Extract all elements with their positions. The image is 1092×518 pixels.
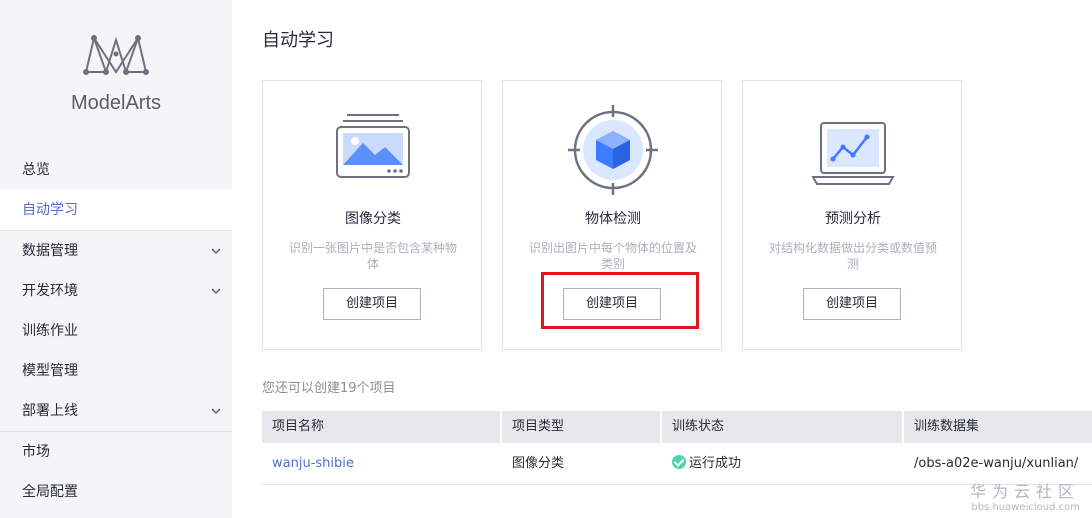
sidebar-item-market[interactable]: 市场 <box>0 432 232 472</box>
column-header[interactable]: 项目类型 <box>502 411 662 443</box>
chevron-down-icon <box>211 408 221 415</box>
sidebar-item-deployment[interactable]: 部署上线 <box>0 391 232 431</box>
table-row: wanju-shibie 图像分类 运行成功 /obs-a02e-wanju/x… <box>262 443 1092 485</box>
chevron-down-icon <box>211 248 221 255</box>
card-predictive-analysis: 预测分析 对结构化数据做出分类或数值预测 创建项目 <box>742 80 962 350</box>
card-description: 识别一张图片中是否包含某种物体 <box>289 241 458 271</box>
sidebar-item-data-management[interactable]: 数据管理 <box>0 231 232 271</box>
object-detection-icon <box>568 105 658 195</box>
image-classification-icon <box>336 114 410 178</box>
sidebar-nav: 总览 自动学习 数据管理 开发环境 训练作业 模型管理 部署上线 市场 全局配置 <box>0 150 232 512</box>
highlight-box <box>541 272 699 329</box>
status-text: 运行成功 <box>689 456 742 471</box>
card-title: 预测分析 <box>825 211 881 227</box>
column-header[interactable]: 训练状态 <box>662 411 904 443</box>
predictive-analysis-icon <box>811 122 895 185</box>
sidebar-item-label: 部署上线 <box>22 403 78 419</box>
watermark-url: bbs.huaweicloud.com <box>971 502 1080 513</box>
create-project-button[interactable]: 创建项目 <box>803 288 901 320</box>
sidebar-item-label: 训练作业 <box>22 323 78 339</box>
table-header: 项目名称 项目类型 训练状态 训练数据集 <box>262 411 1092 443</box>
logo[interactable]: ModelArts <box>0 30 232 120</box>
sidebar-item-auto-learning[interactable]: 自动学习 <box>0 190 232 230</box>
sidebar: ModelArts 总览 自动学习 数据管理 开发环境 训练作业 模型管理 部署… <box>0 0 232 518</box>
page-title: 自动学习 <box>262 30 334 51</box>
sidebar-item-label: 自动学习 <box>22 202 78 218</box>
project-name-link[interactable]: wanju-shibie <box>272 456 354 471</box>
sidebar-item-training-jobs[interactable]: 训练作业 <box>0 311 232 351</box>
project-type: 图像分类 <box>512 456 565 471</box>
projects-table: 项目名称 项目类型 训练状态 训练数据集 wanju-shibie 图像分类 运… <box>262 411 1092 485</box>
sidebar-item-overview[interactable]: 总览 <box>0 150 232 190</box>
watermark: 华为云社区 bbs.huaweicloud.com <box>970 478 1080 513</box>
card-description: 识别出图片中每个物体的位置及类别 <box>529 241 698 271</box>
card-description: 对结构化数据做出分类或数值预测 <box>769 241 938 271</box>
sidebar-item-label: 总览 <box>22 162 50 178</box>
card-title: 图像分类 <box>345 211 401 227</box>
watermark-title: 华为云社区 <box>969 482 1080 501</box>
success-check-icon <box>672 455 686 469</box>
sidebar-item-label: 开发环境 <box>22 283 78 299</box>
quota-text: 您还可以创建19个项目 <box>262 381 396 396</box>
modelarts-logo-icon <box>83 34 149 76</box>
chevron-down-icon <box>211 288 221 295</box>
sidebar-item-label: 模型管理 <box>22 363 78 379</box>
column-header[interactable]: 训练数据集 <box>904 411 1092 443</box>
brand-name: ModelArts <box>70 92 162 114</box>
sidebar-item-label: 市场 <box>22 444 50 460</box>
sidebar-item-global-config[interactable]: 全局配置 <box>0 472 232 512</box>
training-status: 运行成功 <box>662 443 904 484</box>
column-header[interactable]: 项目名称 <box>262 411 502 443</box>
sidebar-item-label: 全局配置 <box>22 484 78 500</box>
sidebar-item-dev-env[interactable]: 开发环境 <box>0 271 232 311</box>
card-title: 物体检测 <box>585 211 641 227</box>
create-project-button[interactable]: 创建项目 <box>323 288 421 320</box>
card-image-classification: 图像分类 识别一张图片中是否包含某种物体 创建项目 <box>262 80 482 350</box>
sidebar-item-model-management[interactable]: 模型管理 <box>0 351 232 391</box>
sidebar-item-label: 数据管理 <box>22 243 78 259</box>
